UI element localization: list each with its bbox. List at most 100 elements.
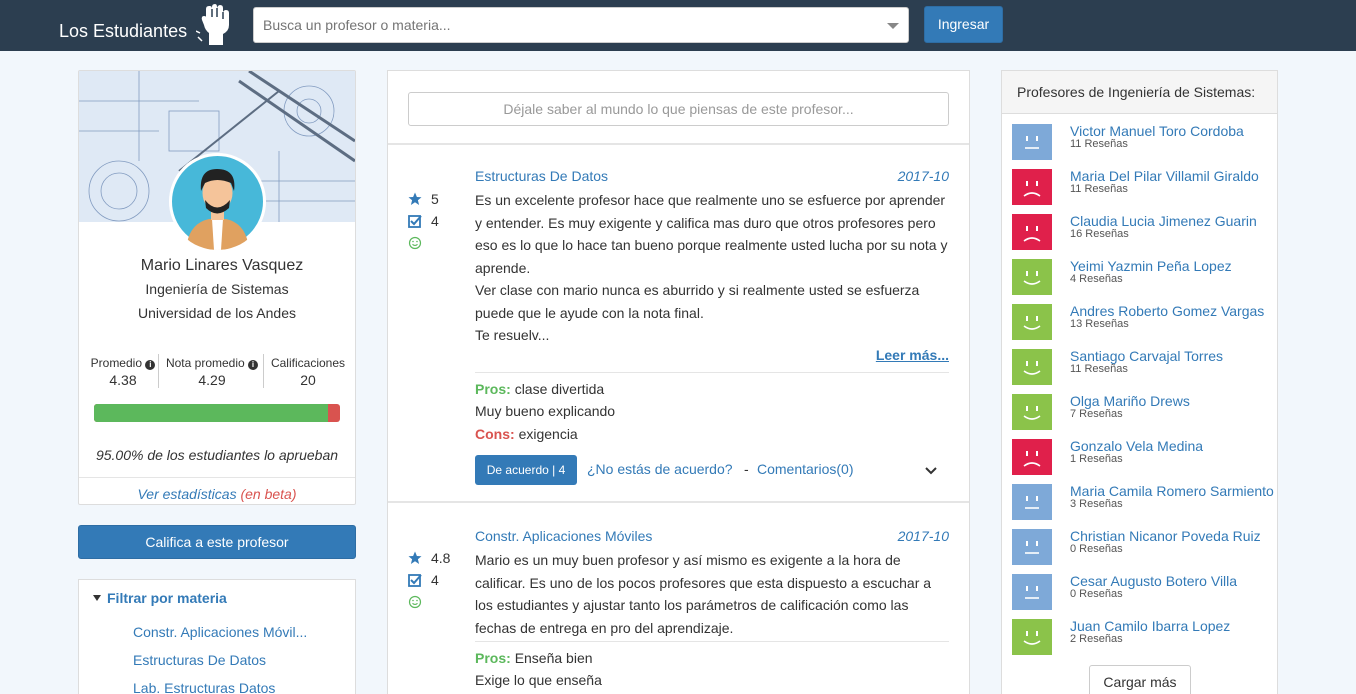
professor-list-item[interactable]: Olga Mariño Drews 7 Reseñas bbox=[1012, 394, 1274, 434]
login-button[interactable]: Ingresar bbox=[924, 6, 1003, 43]
professor-name: Mario Linares Vasquez bbox=[140, 257, 304, 274]
view-stats-link[interactable]: Ver estadísticas bbox=[137, 486, 236, 502]
professor-university: Universidad de los Andes bbox=[138, 305, 296, 321]
professor-name-link[interactable]: Claudia Lucia Jimenez Guarin bbox=[1070, 213, 1257, 229]
neutral-face-icon bbox=[1012, 574, 1052, 610]
professor-list-item[interactable]: Cesar Augusto Botero Villa 0 Reseñas bbox=[1012, 574, 1274, 614]
professor-name-link[interactable]: Maria Camila Romero Sarmiento bbox=[1070, 483, 1274, 499]
professor-name-link[interactable]: Maria Del Pilar Villamil Giraldo bbox=[1070, 168, 1259, 184]
brand-name[interactable]: Los Estudiantes bbox=[59, 21, 187, 42]
review-count: 16 Reseñas bbox=[1070, 228, 1129, 240]
approval-progress-bar bbox=[94, 404, 340, 422]
review-course-link[interactable]: Constr. Aplicaciones Móviles bbox=[475, 528, 652, 544]
sad-face-icon bbox=[1012, 439, 1052, 475]
review-rating: 4.8 bbox=[431, 550, 451, 566]
load-more-button[interactable]: Cargar más bbox=[1089, 665, 1191, 694]
link-separator: - bbox=[744, 461, 749, 477]
review-pros: Pros: clase divertida bbox=[475, 381, 605, 397]
review-course-link[interactable]: Estructuras De Datos bbox=[475, 168, 608, 184]
info-icon[interactable]: i bbox=[145, 360, 156, 370]
disagree-link[interactable]: ¿No estás de acuerdo? bbox=[587, 461, 733, 477]
agree-button[interactable]: De acuerdo | 4 bbox=[475, 455, 577, 485]
professor-name-link[interactable]: Andres Roberto Gomez Vargas bbox=[1070, 303, 1264, 319]
smile-icon bbox=[408, 236, 422, 250]
review-count: 2 Reseñas bbox=[1070, 633, 1123, 645]
professor-list-item[interactable]: Victor Manuel Toro Cordoba 11 Reseñas bbox=[1012, 124, 1274, 164]
professor-list-item[interactable]: Claudia Lucia Jimenez Guarin 16 Reseñas bbox=[1012, 214, 1274, 254]
comments-link[interactable]: Comentarios(0) bbox=[757, 461, 853, 477]
filter-item[interactable]: Estructuras De Datos bbox=[133, 652, 266, 668]
review-card: Estructuras De Datos 2017-10 5 4 Es un e… bbox=[388, 145, 969, 501]
professor-name-link[interactable]: Santiago Carvajal Torres bbox=[1070, 348, 1223, 364]
professor-list-item[interactable]: Santiago Carvajal Torres 11 Reseñas bbox=[1012, 349, 1274, 389]
search-box[interactable] bbox=[253, 7, 909, 43]
professor-name-link[interactable]: Gonzalo Vela Medina bbox=[1070, 438, 1203, 454]
review-cons: Cons: exigencia bbox=[475, 426, 578, 442]
professor-list-item[interactable]: Yeimi Yazmin Peña Lopez 4 Reseñas bbox=[1012, 259, 1274, 299]
approval-text: 95.00% de los estudiantes lo aprueban bbox=[95, 447, 339, 463]
reviews-column: Déjale saber al mundo lo que piensas de … bbox=[387, 70, 970, 694]
raised-fist-logo-icon[interactable] bbox=[196, 3, 232, 47]
professor-department: Ingeniería de Sistemas bbox=[145, 281, 289, 297]
filter-item[interactable]: Lab. Estructuras Datos bbox=[133, 680, 275, 694]
stats-link-row: Ver estadísticas (en beta) bbox=[79, 477, 355, 502]
beta-label: (en beta) bbox=[240, 486, 297, 502]
star-icon bbox=[408, 192, 422, 205]
checkbox-icon bbox=[408, 574, 422, 587]
smile-icon bbox=[408, 595, 422, 609]
filter-item[interactable]: Constr. Aplicaciones Móvil... bbox=[133, 624, 307, 640]
neutral-face-icon bbox=[1012, 124, 1052, 160]
review-difficulty: 4 bbox=[431, 213, 439, 229]
stat-ratings-count: Calificaciones 20 bbox=[270, 356, 346, 388]
star-icon bbox=[408, 551, 422, 564]
review-rating: 5 bbox=[431, 191, 439, 207]
professor-name-link[interactable]: Victor Manuel Toro Cordoba bbox=[1070, 123, 1244, 139]
professor-list-item[interactable]: Maria Camila Romero Sarmiento 3 Reseñas bbox=[1012, 484, 1274, 524]
review-count: 0 Reseñas bbox=[1070, 588, 1123, 600]
professor-name-link[interactable]: Juan Camilo Ibarra Lopez bbox=[1070, 618, 1230, 634]
review-count: 7 Reseñas bbox=[1070, 408, 1123, 420]
stat-average: Promedio i 4.38 bbox=[87, 356, 159, 388]
review-count: 3 Reseñas bbox=[1070, 498, 1123, 510]
chevron-down-icon[interactable] bbox=[925, 467, 937, 475]
review-pros-extra: Exige lo que enseña bbox=[475, 672, 602, 688]
rate-professor-button[interactable]: Califica a este profesor bbox=[78, 525, 356, 559]
professor-profile-card: Mario Linares Vasquez Ingeniería de Sist… bbox=[78, 70, 356, 505]
happy-face-icon bbox=[1012, 304, 1052, 340]
professor-list-item[interactable]: Juan Camilo Ibarra Lopez 2 Reseñas bbox=[1012, 619, 1274, 659]
review-pros: Pros: Enseña bien bbox=[475, 650, 593, 666]
write-opinion-input[interactable]: Déjale saber al mundo lo que piensas de … bbox=[408, 92, 949, 126]
neutral-face-icon bbox=[1012, 484, 1052, 520]
happy-face-icon bbox=[1012, 259, 1052, 295]
filter-toggle[interactable]: Filtrar por materia bbox=[93, 590, 227, 606]
info-icon[interactable]: i bbox=[248, 360, 259, 370]
review-count: 11 Reseñas bbox=[1070, 138, 1128, 150]
sad-face-icon bbox=[1012, 214, 1052, 250]
review-count: 13 Reseñas bbox=[1070, 318, 1129, 330]
professor-name-link[interactable]: Christian Nicanor Poveda Ruiz bbox=[1070, 528, 1261, 544]
related-professors-panel: Profesores de Ingeniería de Sistemas: Vi… bbox=[1001, 70, 1278, 694]
checkbox-icon bbox=[408, 215, 422, 228]
professor-list-item[interactable]: Andres Roberto Gomez Vargas 13 Reseñas bbox=[1012, 304, 1274, 344]
review-count: 11 Reseñas bbox=[1070, 183, 1128, 195]
professor-name-link[interactable]: Yeimi Yazmin Peña Lopez bbox=[1070, 258, 1232, 274]
professor-list-item[interactable]: Christian Nicanor Poveda Ruiz 0 Reseñas bbox=[1012, 529, 1274, 569]
search-input[interactable] bbox=[254, 8, 854, 42]
divider bbox=[388, 501, 969, 503]
review-count: 4 Reseñas bbox=[1070, 273, 1123, 285]
professor-name-link[interactable]: Olga Mariño Drews bbox=[1070, 393, 1190, 409]
review-count: 11 Reseñas bbox=[1070, 363, 1128, 375]
review-count: 0 Reseñas bbox=[1070, 543, 1123, 555]
caret-down-icon bbox=[93, 595, 101, 601]
happy-face-icon bbox=[1012, 619, 1052, 655]
approval-progress-fill bbox=[94, 404, 328, 422]
professor-list-item[interactable]: Maria Del Pilar Villamil Giraldo 11 Reseñ… bbox=[1012, 169, 1274, 209]
professor-list-item[interactable]: Gonzalo Vela Medina 1 Reseñas bbox=[1012, 439, 1274, 479]
dropdown-caret-icon[interactable] bbox=[887, 23, 899, 29]
filter-by-course-panel: Filtrar por materia Constr. Aplicaciones… bbox=[78, 579, 356, 694]
read-more-link[interactable]: Leer más... bbox=[876, 347, 949, 363]
review-difficulty: 4 bbox=[431, 572, 439, 588]
professor-name-link[interactable]: Cesar Augusto Botero Villa bbox=[1070, 573, 1237, 589]
review-date: 2017-10 bbox=[897, 528, 949, 544]
neutral-face-icon bbox=[1012, 529, 1052, 565]
